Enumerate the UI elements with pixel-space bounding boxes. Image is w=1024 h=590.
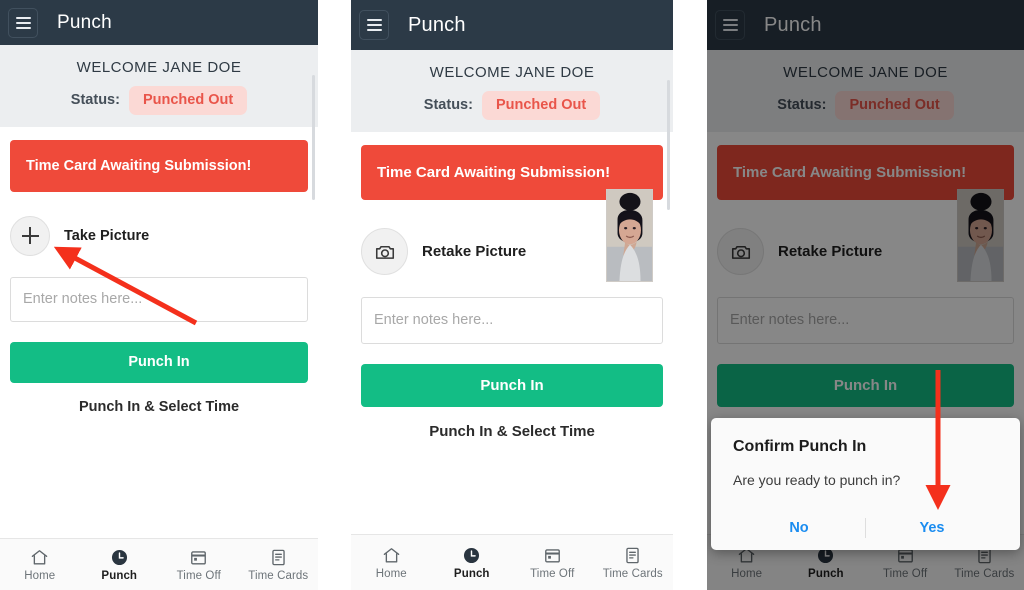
phone-screen-step-2: Punch WELCOME JANE DOE Status: Punched O… xyxy=(351,0,673,590)
nav-label-punch: Punch xyxy=(453,567,490,580)
status-label: Status: xyxy=(70,92,120,109)
main-content: Time Card Awaiting Submission! Take Pict… xyxy=(0,139,318,415)
take-picture-label: Take Picture xyxy=(64,227,150,244)
nav-label-time-cards: Time Cards xyxy=(248,569,309,582)
dialog-actions: No Yes xyxy=(733,506,998,550)
nav-label-time-cards: Time Cards xyxy=(602,567,663,580)
take-picture-row: Take Picture xyxy=(10,210,308,262)
calendar-icon xyxy=(543,546,562,565)
nav-item-time-off[interactable]: Time Off xyxy=(512,546,593,580)
retake-picture-label: Retake Picture xyxy=(422,243,527,260)
document-icon xyxy=(269,548,288,567)
nav-item-time-cards[interactable]: Time Cards xyxy=(239,548,319,582)
nav-item-punch[interactable]: Punch xyxy=(80,548,160,582)
dialog-message: Are you ready to punch in? xyxy=(733,472,901,488)
clock-icon xyxy=(110,548,129,567)
nav-label-punch: Punch xyxy=(101,569,138,582)
plus-icon xyxy=(21,227,39,244)
nav-label-time-off: Time Off xyxy=(530,567,575,580)
nav-item-punch[interactable]: Punch xyxy=(432,546,513,580)
clock-icon xyxy=(462,546,481,565)
nav-item-home[interactable]: Home xyxy=(351,546,432,580)
status-badge: Punched Out xyxy=(128,86,248,115)
app-bar: Punch xyxy=(0,0,318,45)
app-bar: Punch xyxy=(351,0,673,50)
document-icon xyxy=(623,546,642,565)
welcome-block: WELCOME JANE DOE Status: Punched Out xyxy=(351,50,673,132)
employee-photo-thumbnail[interactable] xyxy=(606,188,653,282)
nav-label-time-off: Time Off xyxy=(176,569,221,582)
main-content: Time Card Awaiting Submission! Retake Pi… xyxy=(351,144,673,440)
nav-item-home[interactable]: Home xyxy=(0,548,80,582)
hamburger-menu-icon[interactable] xyxy=(359,10,389,40)
retake-picture-button[interactable] xyxy=(361,228,408,275)
nav-label-home: Home xyxy=(24,569,56,582)
nav-item-time-off[interactable]: Time Off xyxy=(159,548,239,582)
phone-screen-step-3: Punch WELCOME JANE DOE Status: Punched O… xyxy=(707,0,1024,590)
status-row: Status: Punched Out xyxy=(351,91,673,120)
punch-in-button[interactable]: Punch In xyxy=(10,341,308,383)
page-title: Punch xyxy=(408,13,466,36)
status-badge: Punched Out xyxy=(481,91,601,120)
nav-label-home: Home xyxy=(375,567,407,580)
punch-in-select-time-link[interactable]: Punch In & Select Time xyxy=(361,423,663,440)
bottom-navigation: Home Punch Time Off Time Cards xyxy=(0,538,318,590)
camera-icon xyxy=(375,245,394,259)
timecard-banner[interactable]: Time Card Awaiting Submission! xyxy=(10,139,308,192)
notes-input[interactable] xyxy=(361,296,663,344)
confirm-punch-in-dialog: Confirm Punch In Are you ready to punch … xyxy=(711,418,1020,550)
take-picture-button[interactable] xyxy=(10,215,50,256)
phone-screen-step-1: Punch WELCOME JANE DOE Status: Punched O… xyxy=(0,0,318,590)
hamburger-menu-icon[interactable] xyxy=(8,7,38,38)
punch-in-select-time-link[interactable]: Punch In & Select Time xyxy=(10,399,308,415)
status-label: Status: xyxy=(423,97,473,114)
page-title: Punch xyxy=(57,11,112,33)
punch-in-button[interactable]: Punch In xyxy=(361,363,663,407)
dialog-no-button[interactable]: No xyxy=(733,520,865,536)
bottom-navigation: Home Punch Time Off Time Cards xyxy=(351,534,673,590)
nav-item-time-cards[interactable]: Time Cards xyxy=(593,546,674,580)
home-icon xyxy=(30,548,49,567)
welcome-block: WELCOME JANE DOE Status: Punched Out xyxy=(0,45,318,127)
home-icon xyxy=(382,546,401,565)
welcome-greeting: WELCOME JANE DOE xyxy=(429,64,595,81)
status-row: Status: Punched Out xyxy=(0,86,318,115)
welcome-greeting: WELCOME JANE DOE xyxy=(76,59,242,76)
scrollbar[interactable] xyxy=(667,80,670,210)
screenshot-stage: Punch WELCOME JANE DOE Status: Punched O… xyxy=(0,0,1024,590)
dialog-title: Confirm Punch In xyxy=(733,438,867,455)
retake-picture-row: Retake Picture xyxy=(361,188,663,282)
calendar-icon xyxy=(189,548,208,567)
scrollbar[interactable] xyxy=(312,75,315,200)
dialog-yes-button[interactable]: Yes xyxy=(866,520,998,536)
notes-input[interactable] xyxy=(10,276,308,322)
avatar xyxy=(607,189,652,281)
